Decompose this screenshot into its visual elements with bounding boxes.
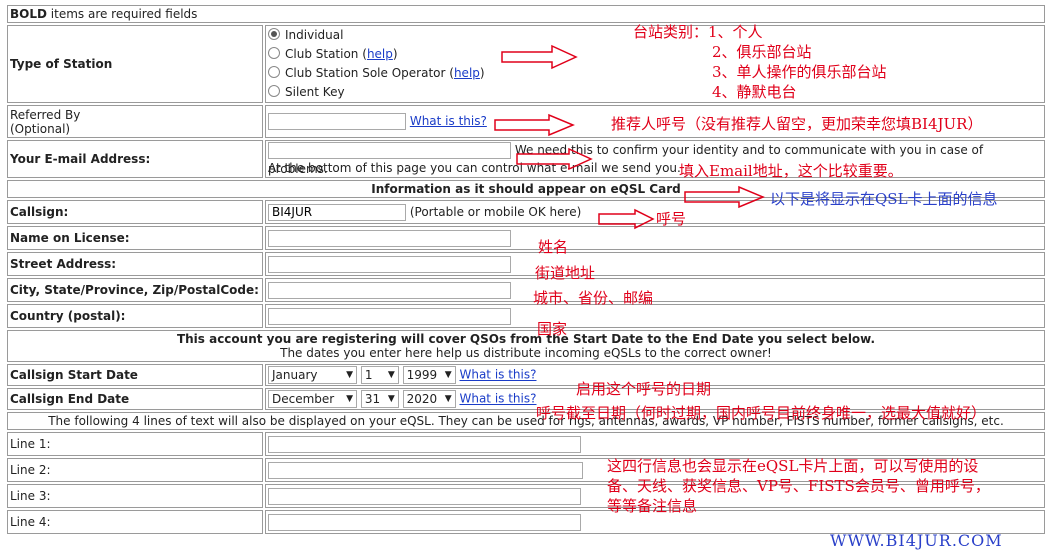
line1-input[interactable] (268, 435, 581, 453)
coverage-note: This account you are registering will co… (7, 330, 1045, 362)
line2-label: Line 2: (7, 458, 263, 482)
end-day-select[interactable]: 31 ▼ (360, 390, 399, 408)
end-year-select[interactable]: 2020 ▼ (402, 390, 456, 408)
annotation-station-2: 2、俱乐部台站 (712, 43, 812, 61)
street-input[interactable] (268, 255, 511, 273)
end-date-label: Callsign End Date (7, 388, 263, 410)
annotation-station-3: 3、单人操作的俱乐部台站 (712, 63, 887, 81)
start-date-label: Callsign Start Date (7, 364, 263, 386)
annotation-end: 呼号截至日期（何时过期，国内呼号目前终身唯一，选最大值就好） (536, 404, 987, 422)
city-input[interactable] (268, 281, 511, 299)
referred-input[interactable] (268, 113, 406, 130)
email-input[interactable] (268, 142, 511, 159)
line1-label: Line 1: (7, 432, 263, 456)
start-day-select[interactable]: 1 ▼ (360, 366, 399, 384)
required-note: BOLD items are required fields (7, 5, 1045, 23)
chevron-down-icon: ▼ (444, 370, 452, 380)
start-what-link[interactable]: What is this? (459, 368, 536, 382)
annotation-lines-1: 这四行信息也会显示在eQSL卡片上面，可以写使用的设 (607, 457, 979, 475)
chevron-down-icon: ▼ (346, 370, 353, 380)
radio-club[interactable] (268, 47, 280, 59)
annotation-street: 街道地址 (535, 264, 596, 282)
end-what-link[interactable]: What is this? (459, 392, 536, 406)
chevron-down-icon: ▼ (387, 394, 395, 404)
end-month-select[interactable]: December ▼ (268, 390, 357, 408)
annotation-station-1: 台站类别：1、个人 (633, 23, 763, 41)
country-label: Country (postal): (7, 304, 263, 328)
station-option-silent-key[interactable]: Silent Key (268, 83, 1042, 102)
name-label: Name on License: (7, 226, 263, 250)
annotation-country: 国家 (537, 320, 568, 338)
email-cell: We need this to confirm your identity an… (265, 140, 1045, 178)
station-type-label: Type of Station (7, 25, 263, 103)
callsign-label: Callsign: (7, 200, 263, 224)
club-sole-help-link[interactable]: help (454, 66, 480, 80)
annotation-city: 城市、省份、邮编 (533, 289, 654, 307)
annotation-name: 姓名 (538, 238, 569, 256)
line2-input[interactable] (268, 461, 583, 479)
annotation-email: 填入Email地址，这个比较重要。 (679, 162, 903, 180)
radio-silent-key[interactable] (268, 85, 280, 97)
line4-label: Line 4: (7, 510, 263, 534)
annotation-referred: 推荐人呼号（没有推荐人留空，更加荣幸您填BI4JUR） (611, 115, 983, 133)
arrow-right-icon (494, 113, 575, 137)
station-option-club[interactable]: Club Station (help) (268, 45, 1042, 64)
radio-club-sole[interactable] (268, 66, 280, 78)
arrow-right-icon (501, 44, 578, 70)
annotation-callsign: 呼号 (656, 210, 687, 228)
arrow-right-icon (684, 185, 765, 209)
watermark: WWW.BI4JUR.COM (830, 531, 1003, 550)
callsign-input[interactable] (268, 203, 406, 221)
arrow-right-icon (516, 147, 593, 171)
annotation-lines-2: 备、天线、获奖信息、VP号、FISTS会员号、曾用呼号， (607, 477, 990, 495)
line3-input[interactable] (268, 487, 581, 505)
radio-individual[interactable] (268, 28, 280, 40)
annotation-station-4: 4、静默电台 (712, 83, 797, 101)
city-label: City, State/Province, Zip/PostalCode: (7, 278, 263, 302)
station-option-club-sole[interactable]: Club Station Sole Operator (help) (268, 64, 1042, 83)
street-label: Street Address: (7, 252, 263, 276)
start-month-select[interactable]: January ▼ (268, 366, 357, 384)
chevron-down-icon: ▼ (346, 394, 353, 404)
referred-what-link[interactable]: What is this? (410, 114, 487, 128)
country-input[interactable] (268, 307, 511, 325)
referred-label: Referred By (Optional) (7, 105, 263, 138)
arrow-right-icon (598, 208, 655, 230)
annotation-lines-3: 等等备注信息 (607, 497, 698, 515)
annotation-start: 启用这个呼号的日期 (576, 380, 712, 398)
chevron-down-icon: ▼ (444, 394, 452, 404)
email-label: Your E-mail Address: (7, 140, 263, 178)
name-input[interactable] (268, 229, 511, 247)
line3-label: Line 3: (7, 484, 263, 508)
club-help-link[interactable]: help (367, 47, 393, 61)
chevron-down-icon: ▼ (387, 370, 395, 380)
line4-input[interactable] (268, 513, 581, 531)
annotation-card-info: 以下是将显示在QSL卡上面的信息 (770, 190, 998, 208)
start-year-select[interactable]: 1999 ▼ (402, 366, 456, 384)
